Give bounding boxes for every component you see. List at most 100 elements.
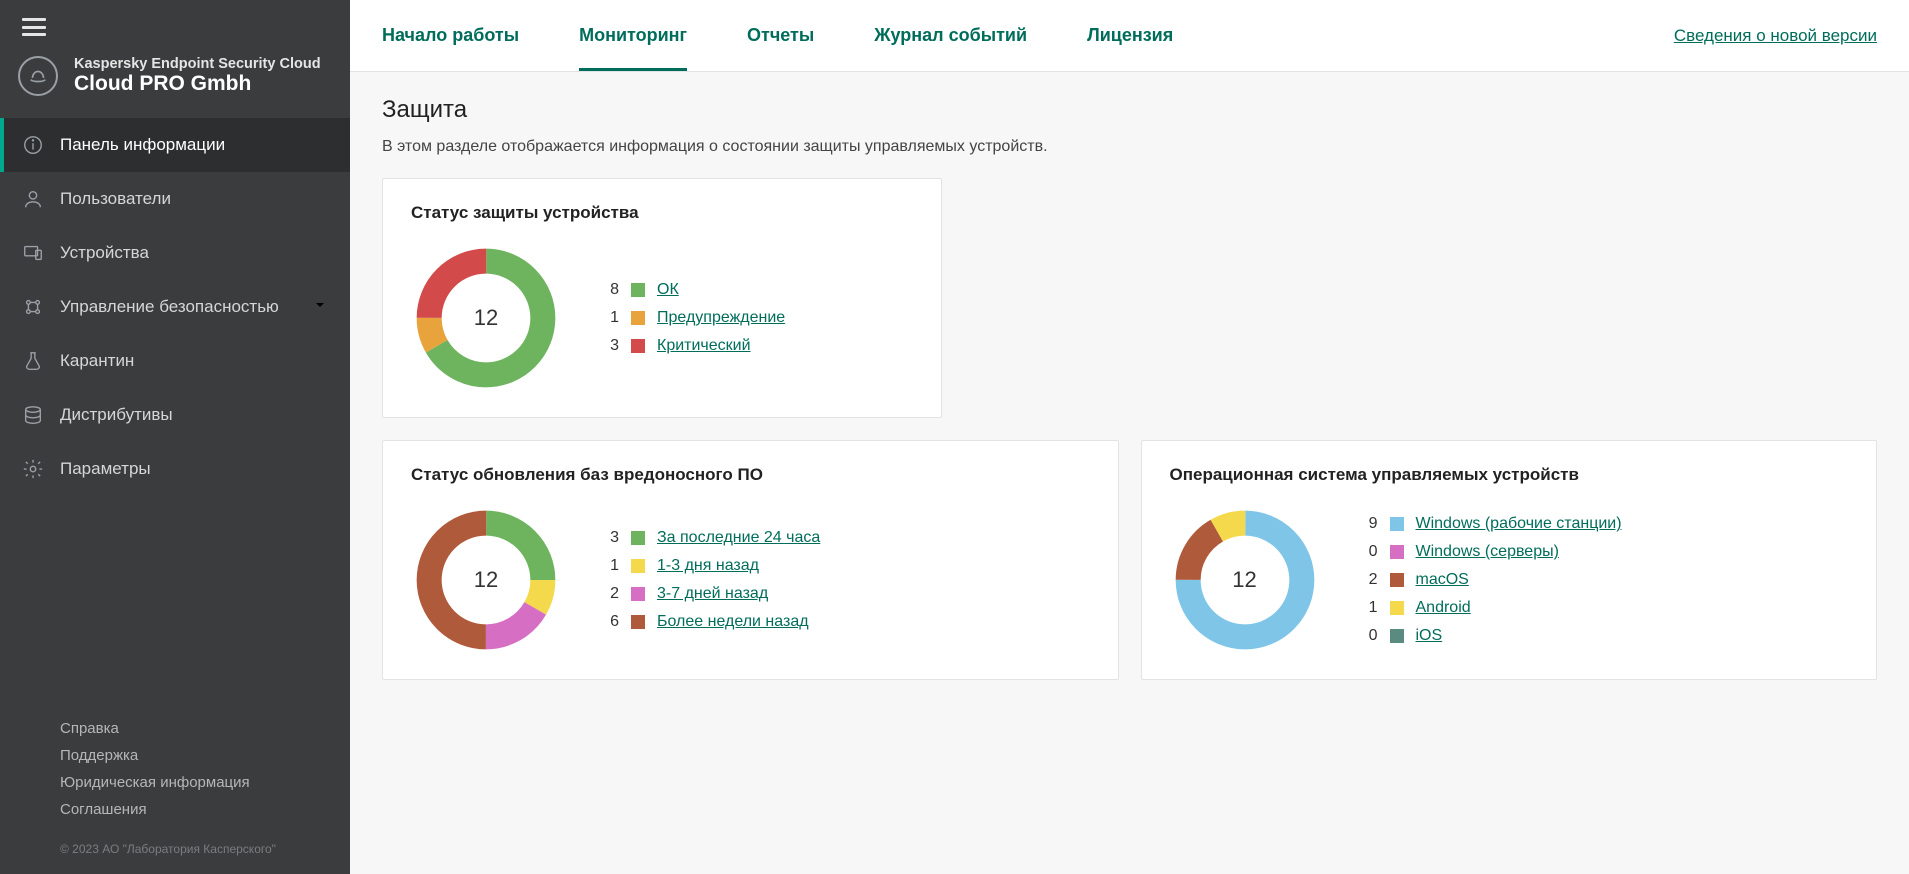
card-update-status: Статус обновления баз вредоносного ПО 12… <box>382 440 1119 680</box>
legend-label-link[interactable]: За последние 24 часа <box>657 529 820 547</box>
page-desc: В этом разделе отображается информация о… <box>382 138 1877 156</box>
footer-help-link[interactable]: Справка <box>60 720 328 737</box>
legend-count: 1 <box>601 557 619 575</box>
brand-line2: Cloud PRO Gmbh <box>74 72 321 96</box>
sidebar-item-label: Пользователи <box>60 189 171 209</box>
tab-reports[interactable]: Отчеты <box>747 1 814 70</box>
legend-swatch <box>1390 517 1404 531</box>
tab-license[interactable]: Лицензия <box>1087 1 1173 70</box>
legend-label-link[interactable]: Предупреждение <box>657 309 785 327</box>
brand: Kaspersky Endpoint Security Cloud Cloud … <box>0 46 350 118</box>
legend-count: 3 <box>601 337 619 355</box>
legend-swatch <box>631 339 645 353</box>
card-title: Статус защиты устройства <box>411 203 913 223</box>
legend-swatch <box>631 615 645 629</box>
legend-label-link[interactable]: Критический <box>657 337 751 355</box>
legend-count: 8 <box>601 281 619 299</box>
brand-logo-icon <box>18 56 58 96</box>
legend-swatch <box>631 283 645 297</box>
legend-row: 2macOS <box>1360 571 1622 589</box>
footer-agreements-link[interactable]: Соглашения <box>60 801 328 818</box>
legend-label-link[interactable]: 3-7 дней назад <box>657 585 768 603</box>
sidebar: Kaspersky Endpoint Security Cloud Cloud … <box>0 0 350 874</box>
legend-row: 9 Windows (рабочие станции) <box>1360 515 1622 533</box>
sidebar-item-users[interactable]: Пользователи <box>0 172 350 226</box>
sidebar-item-quarantine[interactable]: Карантин <box>0 334 350 388</box>
gear-icon <box>22 458 44 480</box>
card-os: Операционная система управляемых устройс… <box>1141 440 1878 680</box>
legend-row: 0 iOS <box>1360 627 1622 645</box>
tab-monitoring[interactable]: Мониторинг <box>579 1 687 70</box>
legend-count: 2 <box>601 585 619 603</box>
donut-total: 12 <box>411 243 561 393</box>
legend-swatch <box>1390 629 1404 643</box>
legend-label-link[interactable]: Android <box>1416 599 1471 617</box>
legend-row: 3 Критический <box>601 337 785 355</box>
tab-getting-started[interactable]: Начало работы <box>382 1 519 70</box>
legend-row: 8 ОК <box>601 281 785 299</box>
legend-os: 9 Windows (рабочие станции) 0 Windows (серв… <box>1360 515 1622 645</box>
legend-swatch <box>631 311 645 325</box>
tabs: Начало работы Мониторинг Отчеты Журнал с… <box>350 0 1909 72</box>
sidebar-item-label: Устройства <box>60 243 149 263</box>
hamburger-menu[interactable] <box>22 18 46 36</box>
sidebar-item-devices[interactable]: Устройства <box>0 226 350 280</box>
content: Защита В этом разделе отображается инфор… <box>350 72 1909 874</box>
database-icon <box>22 404 44 426</box>
legend-row: 2 3-7 дней назад <box>601 585 820 603</box>
donut-total: 12 <box>1170 505 1320 655</box>
legend-swatch <box>1390 573 1404 587</box>
sidebar-item-label: Управление безопасностью <box>60 297 279 317</box>
legend-row: 1 Android <box>1360 599 1622 617</box>
legend-row: 0 Windows (серверы) <box>1360 543 1622 561</box>
devices-icon <box>22 242 44 264</box>
card-title: Статус обновления баз вредоносного ПО <box>411 465 1090 485</box>
legend-swatch <box>631 559 645 573</box>
legend-swatch <box>1390 545 1404 559</box>
sidebar-footer: Справка Поддержка Юридическая информация… <box>0 700 350 874</box>
legend-label-link[interactable]: iOS <box>1416 627 1443 645</box>
legend-swatch <box>631 587 645 601</box>
tab-event-log[interactable]: Журнал событий <box>874 1 1027 70</box>
legend-count: 1 <box>1360 599 1378 617</box>
legend-count: 3 <box>601 529 619 547</box>
legend-swatch <box>631 531 645 545</box>
page-title: Защита <box>382 96 1877 124</box>
sidebar-item-distributions[interactable]: Дистрибутивы <box>0 388 350 442</box>
legend-count: 0 <box>1360 543 1378 561</box>
sidebar-item-dashboard[interactable]: Панель информации <box>0 118 350 172</box>
legend-label-link[interactable]: macOS <box>1416 571 1469 589</box>
info-icon <box>22 134 44 156</box>
legend-label-link[interactable]: Более недели назад <box>657 613 809 631</box>
legend-count: 9 <box>1360 515 1378 533</box>
version-info-link[interactable]: Сведения о новой версии <box>1674 26 1877 46</box>
legend-row: 6Более недели назад <box>601 613 820 631</box>
legend-updates: 3 За последние 24 часа 1 1-3 дня назад 2 3-7 … <box>601 529 820 631</box>
legend-row: 3 За последние 24 часа <box>601 529 820 547</box>
legend-label-link[interactable]: Windows (серверы) <box>1416 543 1559 561</box>
donut-chart-os: 12 <box>1170 505 1320 655</box>
legend-label-link[interactable]: Windows (рабочие станции) <box>1416 515 1622 533</box>
copyright: © 2023 АО "Лаборатория Касперского" <box>60 842 328 856</box>
footer-support-link[interactable]: Поддержка <box>60 747 328 764</box>
legend-label-link[interactable]: ОК <box>657 281 679 299</box>
security-icon <box>22 296 44 318</box>
main: Начало работы Мониторинг Отчеты Журнал с… <box>350 0 1909 874</box>
footer-legal-link[interactable]: Юридическая информация <box>60 774 328 791</box>
flask-icon <box>22 350 44 372</box>
donut-total: 12 <box>411 505 561 655</box>
sidebar-item-label: Панель информации <box>60 135 225 155</box>
sidebar-item-label: Параметры <box>60 459 151 479</box>
legend-swatch <box>1390 601 1404 615</box>
sidebar-item-settings[interactable]: Параметры <box>0 442 350 496</box>
user-icon <box>22 188 44 210</box>
sidebar-item-security-management[interactable]: Управление безопасностью <box>0 280 350 334</box>
legend-row: 1 1-3 дня назад <box>601 557 820 575</box>
nav: Панель информации Пользователи Устройств… <box>0 118 350 700</box>
donut-chart-protection: 12 <box>411 243 561 393</box>
legend-protection: 8 ОК 1Предупреждение 3 Критический <box>601 281 785 355</box>
legend-count: 0 <box>1360 627 1378 645</box>
sidebar-item-label: Карантин <box>60 351 134 371</box>
legend-label-link[interactable]: 1-3 дня назад <box>657 557 759 575</box>
legend-row: 1Предупреждение <box>601 309 785 327</box>
